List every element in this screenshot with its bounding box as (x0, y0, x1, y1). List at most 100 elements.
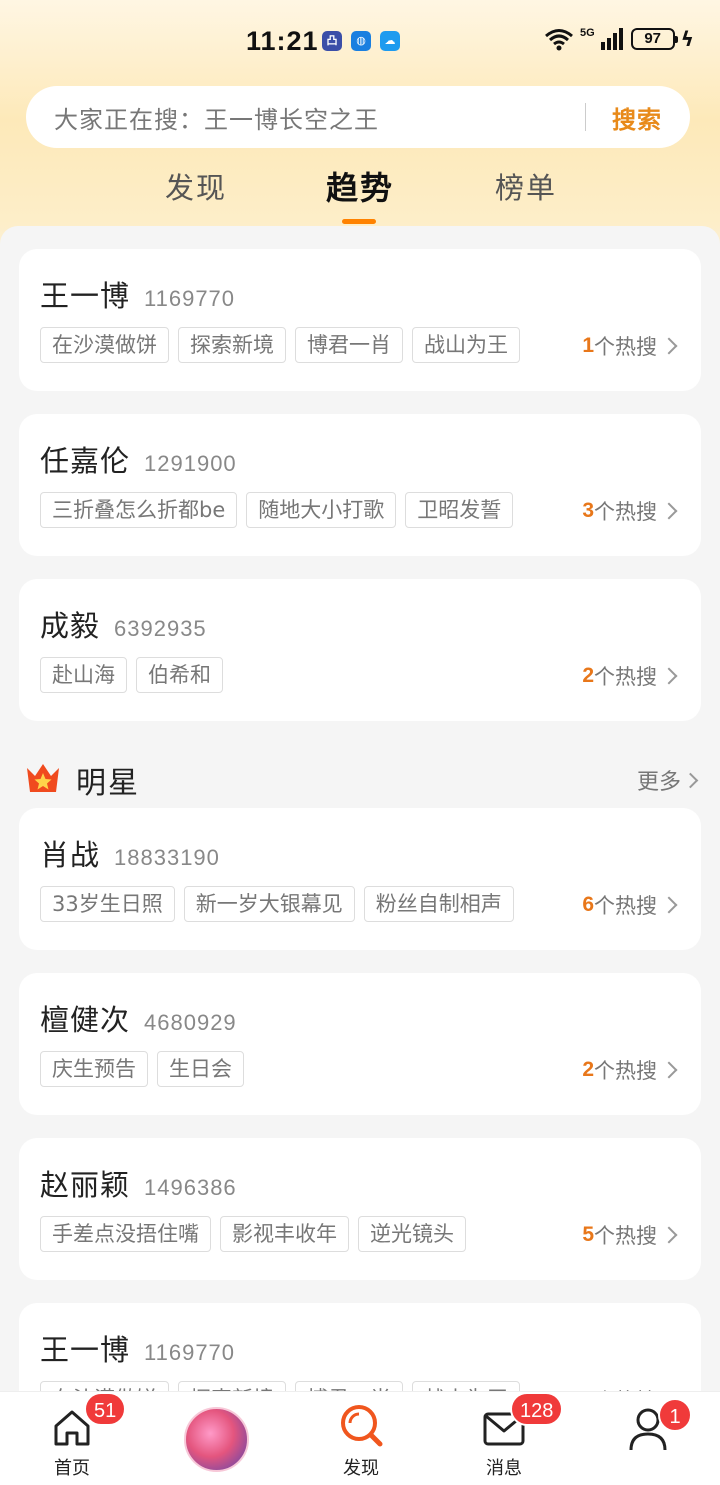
topic-tag[interactable]: 在沙漠做饼 (40, 327, 169, 363)
heat-count: 18833190 (114, 845, 220, 870)
topic-tag[interactable]: 赴山海 (40, 657, 127, 693)
topic-tags: 在沙漠做饼 探索新境 博君一肖 战山为王 (40, 327, 520, 363)
celebrity-name[interactable]: 成毅 (40, 603, 100, 645)
topic-tag[interactable]: 手差点没捂住嘴 (40, 1216, 211, 1252)
hot-search-link[interactable]: 6 个热搜 (582, 890, 678, 920)
topic-tags: 庆生预告 生日会 (40, 1051, 244, 1087)
star-card[interactable]: 檀健次 4680929 庆生预告 生日会 2 个热搜 (19, 973, 701, 1115)
topic-tag[interactable]: 影视丰收年 (220, 1216, 349, 1252)
topic-tag[interactable]: 庆生预告 (40, 1051, 148, 1087)
topic-tag[interactable]: 三折叠怎么折都be (40, 492, 238, 528)
status-bar: 11:21 凸 ◍ ☁ 5G 97 ϟ (0, 0, 720, 84)
search-bar[interactable]: 大家正在搜：王一博长空之王 搜索 (26, 86, 690, 148)
wifi-icon (545, 29, 573, 51)
battery-indicator: 97 (630, 28, 678, 50)
topic-tag[interactable]: 33岁生日照 (40, 886, 175, 922)
nav-messages-label: 消息 (486, 1458, 522, 1479)
nav-home[interactable]: 51 首页 (17, 1392, 127, 1485)
celebrity-name[interactable]: 赵丽颖 (40, 1162, 130, 1204)
topic-tag[interactable]: 博君一肖 (295, 327, 403, 363)
trend-card[interactable]: 王一博 1169770 在沙漠做饼 探索新境 博君一肖 战山为王 1 个热搜 (19, 249, 701, 391)
search-input[interactable]: 大家正在搜：王一博长空之王 (54, 100, 585, 135)
topic-tag[interactable]: 探索新境 (178, 327, 286, 363)
celebrity-name[interactable]: 任嘉伦 (40, 438, 130, 480)
more-link[interactable]: 更多 (637, 764, 699, 796)
profile-badge: 1 (658, 1398, 692, 1432)
topic-tags: 三折叠怎么折都be 随地大小打歌 卫昭发誓 (40, 492, 514, 528)
nav-messages[interactable]: 128 消息 (449, 1392, 564, 1485)
network-type: 5G (580, 27, 595, 39)
star-card[interactable]: 肖战 18833190 33岁生日照 新一岁大银幕见 粉丝自制相声 6 个热搜 (19, 808, 701, 950)
bulb-app-icon: ◍ (351, 31, 371, 51)
heat-count: 1169770 (144, 286, 236, 311)
status-app-icons: 凸 ◍ ☁ (322, 31, 400, 51)
chevron-right-icon (660, 1226, 678, 1244)
cloud-app-icon: ☁ (380, 31, 400, 51)
search-divider (585, 103, 586, 131)
hot-search-link[interactable]: 2 个热搜 (582, 661, 678, 691)
hot-search-link[interactable]: 1 个热搜 (582, 331, 678, 361)
heat-count: 4680929 (144, 1010, 237, 1035)
messages-badge: 128 (510, 1392, 564, 1426)
topic-tags: 手差点没捂住嘴 影视丰收年 逆光镜头 (40, 1216, 466, 1252)
topic-tag[interactable]: 生日会 (157, 1051, 244, 1087)
nav-discover[interactable]: 发现 (306, 1392, 416, 1485)
chevron-right-icon (682, 772, 699, 788)
tab-trend[interactable]: 趋势 (326, 163, 394, 209)
chevron-right-icon (660, 337, 678, 355)
hot-search-label: 个热搜 (594, 665, 657, 689)
crown-icon (27, 764, 59, 792)
section-header-stars: 明星 更多 (24, 754, 699, 804)
topic-tag[interactable]: 伯希和 (136, 657, 223, 693)
hot-search-label: 个热搜 (594, 1224, 657, 1248)
hot-search-label: 个热搜 (594, 1059, 657, 1083)
topic-tag[interactable]: 卫昭发誓 (405, 492, 514, 528)
tab-ranking[interactable]: 榜单 (495, 165, 557, 207)
hot-search-count: 2 (582, 664, 594, 687)
hot-search-link[interactable]: 2 个热搜 (582, 1055, 678, 1085)
topic-tag[interactable]: 逆光镜头 (358, 1216, 466, 1252)
center-promo-avatar[interactable] (184, 1407, 249, 1472)
topic-tag[interactable]: 随地大小打歌 (246, 492, 397, 528)
star-card[interactable]: 赵丽颖 1496386 手差点没捂住嘴 影视丰收年 逆光镜头 5 个热搜 (19, 1138, 701, 1280)
hot-search-label: 个热搜 (594, 500, 657, 524)
trend-card[interactable]: 任嘉伦 1291900 三折叠怎么折都be 随地大小打歌 卫昭发誓 3 个热搜 (19, 414, 701, 556)
heat-count: 6392935 (114, 616, 207, 641)
status-time: 11:21 (246, 26, 319, 56)
hot-search-link[interactable]: 3 个热搜 (582, 496, 678, 526)
topic-tags: 赴山海 伯希和 (40, 657, 223, 693)
hot-search-label: 个热搜 (594, 335, 657, 359)
chevron-right-icon (660, 667, 678, 685)
hot-search-count: 2 (582, 1058, 594, 1081)
hot-search-count: 3 (582, 499, 594, 522)
hot-search-count: 5 (582, 1223, 594, 1246)
chevron-right-icon (660, 896, 678, 914)
topic-tag[interactable]: 粉丝自制相声 (363, 886, 514, 922)
trend-card[interactable]: 成毅 6392935 赴山海 伯希和 2 个热搜 (19, 579, 701, 721)
celebrity-name[interactable]: 肖战 (40, 832, 100, 874)
celebrity-name[interactable]: 檀健次 (40, 997, 130, 1039)
discover-search-icon (341, 1405, 383, 1447)
status-indicators: 5G 97 ϟ (544, 27, 694, 51)
topic-tag[interactable]: 战山为王 (412, 327, 520, 363)
search-button[interactable]: 搜索 (612, 100, 662, 135)
celebrity-name[interactable]: 王一博 (40, 1327, 130, 1369)
topic-tags: 33岁生日照 新一岁大银幕见 粉丝自制相声 (40, 886, 514, 922)
chevron-right-icon (660, 1061, 678, 1079)
celebrity-name[interactable]: 王一博 (40, 273, 130, 315)
chevron-right-icon (660, 502, 678, 520)
nav-profile[interactable]: 1 (594, 1392, 704, 1485)
tab-discover[interactable]: 发现 (165, 165, 227, 207)
hot-search-link[interactable]: 5 个热搜 (582, 1220, 678, 1250)
content-area: 王一博 1169770 在沙漠做饼 探索新境 博君一肖 战山为王 1 个热搜 任… (0, 226, 720, 1445)
topic-tag[interactable]: 新一岁大银幕见 (183, 886, 355, 922)
notification-app-icon: 凸 (322, 31, 342, 51)
section-title: 明星 (76, 766, 140, 801)
heat-count: 1496386 (144, 1175, 237, 1200)
top-tabs: 发现 趋势 榜单 (0, 165, 720, 225)
hot-search-count: 1 (582, 334, 594, 357)
heat-count: 1169770 (144, 1340, 236, 1365)
heat-count: 1291900 (144, 451, 237, 476)
signal-icon (600, 28, 623, 50)
active-tab-indicator (342, 219, 376, 224)
